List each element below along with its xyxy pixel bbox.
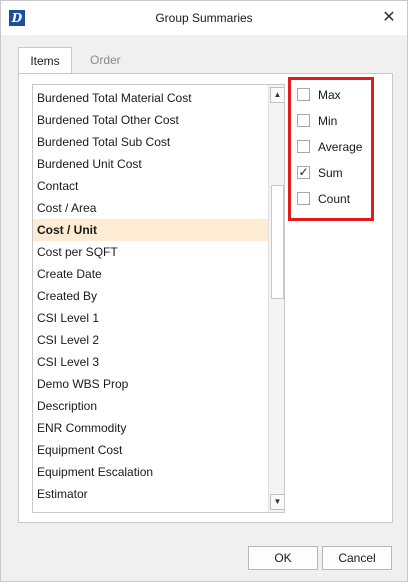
list-item[interactable]: Burdened Total Other Cost — [33, 109, 271, 131]
list-item[interactable]: Burdened Unit Cost — [33, 153, 271, 175]
column-listbox[interactable]: Burdened Total Material Cost Burdened Tot… — [32, 84, 285, 513]
checkbox[interactable] — [297, 140, 310, 153]
checkbox-label: Average — [318, 140, 363, 154]
tab-order[interactable]: Order — [80, 47, 131, 73]
dialog-title: Group Summaries — [155, 11, 253, 25]
list-item[interactable]: Burdened Total Sub Cost — [33, 131, 271, 153]
list-item[interactable]: Equipment Cost — [33, 439, 271, 461]
list-item[interactable]: CSI Level 3 — [33, 351, 271, 373]
list-item[interactable]: Demo WBS Prop — [33, 373, 271, 395]
checkbox-label: Count — [318, 192, 351, 206]
checkbox[interactable] — [297, 192, 310, 205]
list-item[interactable]: Created By — [33, 285, 271, 307]
scroll-up-icon[interactable]: ▲ — [270, 87, 284, 103]
group-summaries-dialog: D Group Summaries ✕ Items Order Burdened… — [0, 0, 408, 582]
ok-button[interactable]: OK — [248, 546, 318, 570]
list-item[interactable]: Estimator — [33, 483, 271, 505]
scroll-down-icon[interactable]: ▼ — [270, 494, 284, 510]
list-scrollbar[interactable]: ▲ ▼ — [268, 85, 284, 512]
checkbox[interactable]: ✓ — [297, 166, 310, 179]
list-item[interactable]: CSI Level 1 — [33, 307, 271, 329]
list-item[interactable]: Cost / Area — [33, 197, 271, 219]
title-bar: D Group Summaries ✕ — [1, 1, 407, 35]
list-item[interactable]: Cost / Unit — [33, 219, 271, 241]
checkbox-label: Max — [318, 88, 341, 102]
checkbox[interactable] — [297, 88, 310, 101]
list-item[interactable]: Equipment Escalation — [33, 461, 271, 483]
list-item[interactable]: Burdened Total Material Cost — [33, 87, 271, 109]
scroll-thumb[interactable] — [271, 185, 284, 299]
list-item[interactable]: CSI Level 2 — [33, 329, 271, 351]
list-item[interactable]: Create Date — [33, 263, 271, 285]
aggregate-option-max[interactable]: Max — [297, 86, 367, 104]
checkbox[interactable] — [297, 114, 310, 127]
aggregate-options-box: Max Min Average ✓ Sum Count — [288, 77, 374, 221]
list-item[interactable]: Description — [33, 395, 271, 417]
aggregate-option-sum[interactable]: ✓ Sum — [297, 164, 367, 182]
aggregate-option-average[interactable]: Average — [297, 138, 367, 156]
cancel-button[interactable]: Cancel — [322, 546, 392, 570]
checkbox-label: Sum — [318, 166, 343, 180]
list-item[interactable]: Cost per SQFT — [33, 241, 271, 263]
aggregate-option-min[interactable]: Min — [297, 112, 367, 130]
tab-items[interactable]: Items — [18, 47, 72, 74]
checkbox-label: Min — [318, 114, 338, 128]
close-icon[interactable]: ✕ — [379, 8, 399, 28]
list-item[interactable]: Contact — [33, 175, 271, 197]
aggregate-option-count[interactable]: Count — [297, 190, 367, 208]
list-item[interactable]: ENR Commodity — [33, 417, 271, 439]
